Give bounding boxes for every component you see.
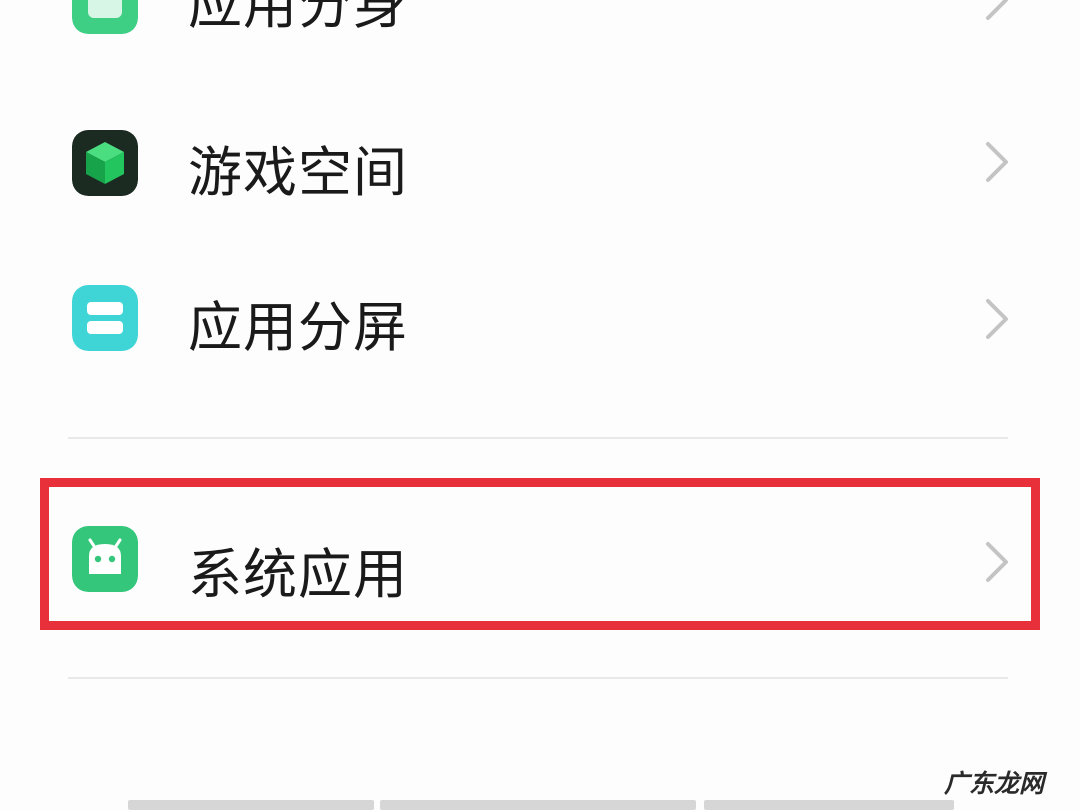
section-divider [68, 677, 1008, 679]
list-item-label: 应用分屏 [188, 296, 408, 359]
split-screen-icon [72, 285, 138, 351]
bottom-bar-segment [704, 800, 954, 810]
list-item-game-space[interactable]: 游戏空间 [0, 102, 1080, 222]
list-item-label: 游戏空间 [188, 141, 408, 204]
app-clone-icon [72, 0, 138, 34]
chevron-right-icon [986, 542, 1008, 582]
watermark: 广东龙网 [944, 769, 1045, 798]
settings-screen: 应用分身 游戏空间 应用分屏 系统应用 广东龙网 [0, 0, 1080, 810]
list-item-system-apps[interactable]: 系统应用 [0, 498, 1080, 618]
section-divider [68, 437, 1008, 439]
chevron-right-icon [986, 299, 1008, 339]
game-cube-icon [72, 130, 138, 196]
android-robot-icon [72, 526, 138, 592]
list-item-label: 系统应用 [188, 543, 408, 606]
list-item-app-clone[interactable]: 应用分身 [0, 0, 1080, 60]
list-item-label: 应用分身 [188, 0, 408, 36]
bottom-bar-segment [128, 800, 374, 810]
list-item-split-screen[interactable]: 应用分屏 [0, 257, 1080, 377]
chevron-right-icon [986, 0, 1008, 20]
chevron-right-icon [986, 142, 1008, 182]
bottom-bar-segment [380, 800, 696, 810]
